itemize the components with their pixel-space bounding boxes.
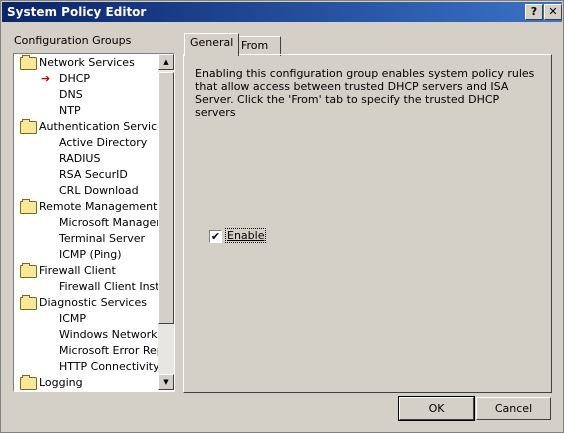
window-title: System Policy Editor: [7, 5, 147, 19]
scroll-down-button[interactable]: ▼: [158, 374, 174, 390]
folder-icon: [20, 375, 37, 390]
folder-icon: [20, 119, 37, 134]
cancel-button[interactable]: Cancel: [476, 397, 551, 420]
tree-item-label: Firewall Client: [39, 264, 116, 277]
tree-vertical-scrollbar[interactable]: ▲ ▼: [158, 54, 174, 390]
tab-general[interactable]: General: [184, 33, 240, 56]
tree-item-label: Microsoft Manageme: [59, 216, 174, 229]
folder-icon: [20, 55, 37, 70]
tree-item-label: Network Services: [39, 56, 135, 69]
system-policy-editor-window: System Policy Editor ? ✕ Configuration G…: [0, 0, 564, 433]
tab-from[interactable]: From: [235, 36, 281, 56]
tree-item-label: Remote Management: [39, 200, 158, 213]
title-bar: System Policy Editor ? ✕: [2, 2, 562, 22]
tree-item-label: Authentication Services: [39, 120, 170, 133]
tree-item-label: Firewall Client Install: [59, 280, 173, 293]
configuration-groups-tree[interactable]: Network Services ➔ DHCP DNS NTP Authenticatio…: [13, 53, 175, 392]
scroll-thumb[interactable]: [158, 72, 174, 324]
tree-item-label: ICMP (Ping): [59, 248, 122, 261]
tree-item-label: RSA SecurID: [59, 168, 128, 181]
selected-arrow-icon: ➔: [41, 72, 51, 85]
enable-checkbox[interactable]: ✔: [209, 230, 222, 243]
close-button[interactable]: ✕: [544, 4, 562, 20]
tree-item-label: DNS: [59, 88, 83, 101]
tree-item-label: Active Directory: [59, 136, 148, 149]
tree-item-label: DHCP: [59, 72, 91, 85]
scroll-up-button[interactable]: ▲: [158, 54, 174, 70]
tree-item-label: CRL Download: [59, 184, 139, 197]
folder-icon: [20, 263, 37, 278]
tree-item-label: ICMP: [59, 312, 87, 325]
tree-item-label: RADIUS: [59, 152, 101, 165]
folder-icon: [20, 199, 37, 214]
group-description: Enabling this configuration group enable…: [195, 67, 535, 119]
help-button[interactable]: ?: [525, 4, 543, 20]
enable-label[interactable]: Enable: [224, 228, 267, 243]
tree-item-label: Microsoft Error Repo: [59, 344, 171, 357]
tree-item-label: Diagnostic Services: [39, 296, 147, 309]
tree-item-label: NTP: [59, 104, 81, 117]
folder-icon: [20, 295, 37, 310]
configuration-groups-label: Configuration Groups: [14, 34, 132, 47]
tree-item-label: Logging: [39, 376, 83, 389]
ok-button[interactable]: OK: [399, 397, 474, 420]
tree-item-label: Terminal Server: [59, 232, 146, 245]
